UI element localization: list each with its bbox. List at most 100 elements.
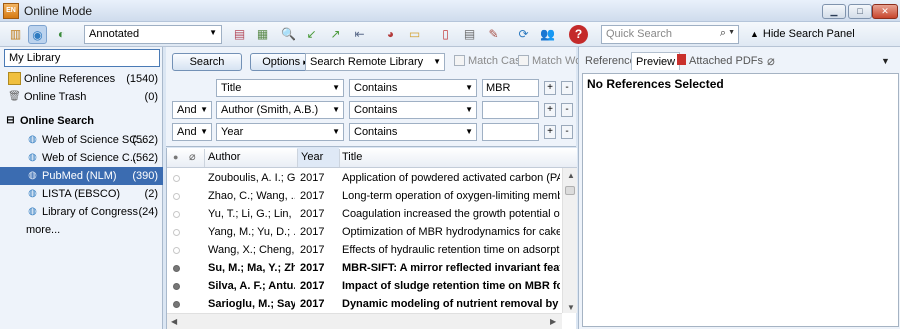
sidebar-item-library-of-congress[interactable]: ◍ Library of Congress (24) bbox=[0, 203, 163, 221]
read-status-dot[interactable] bbox=[173, 247, 180, 254]
upload-arrow-icon[interactable]: ↗ bbox=[326, 25, 345, 44]
tab-preview[interactable]: Preview bbox=[631, 52, 681, 70]
match-words-checkbox[interactable]: Match Wo bbox=[518, 55, 581, 67]
read-status-dot[interactable] bbox=[173, 175, 180, 182]
find-full-text-icon[interactable]: ◕ bbox=[381, 25, 400, 44]
search-value-input[interactable] bbox=[482, 123, 539, 141]
read-status-dot[interactable] bbox=[173, 211, 180, 218]
scroll-down-icon[interactable]: ▼ bbox=[567, 303, 575, 312]
pdf-icon[interactable]: ▯ bbox=[436, 25, 455, 44]
online-search-mode-icon[interactable]: ◉ bbox=[28, 25, 47, 44]
table-row[interactable]: Yu, T.; Li, G.; Lin, ... 2017 Coagulation … bbox=[167, 205, 561, 223]
online-search-icon[interactable]: 🔍 bbox=[279, 25, 298, 44]
table-row[interactable]: Zhao, C.; Wang, ... 2017 Long-term operati… bbox=[167, 187, 561, 205]
cite-while-you-write-icon[interactable]: ✎ bbox=[484, 25, 503, 44]
cell-year: 2017 bbox=[300, 208, 325, 220]
read-status-dot[interactable] bbox=[173, 283, 180, 290]
style-select[interactable]: Annotated ▼ bbox=[84, 25, 222, 44]
add-row-button[interactable]: + bbox=[544, 103, 556, 117]
read-status-column-icon[interactable]: ● bbox=[173, 152, 178, 162]
panel-menu-chevron-icon[interactable]: ▼ bbox=[881, 52, 890, 70]
search-operator-select[interactable]: Contains ▼ bbox=[349, 101, 477, 119]
collapse-up-icon: ▲ bbox=[750, 29, 759, 39]
sidebar-item-more[interactable]: more... bbox=[0, 221, 163, 239]
remove-row-button[interactable]: - bbox=[561, 81, 573, 95]
read-status-dot[interactable] bbox=[173, 229, 180, 236]
table-row[interactable]: Wang, X.; Cheng,... 2017 Effects of hydrau… bbox=[167, 241, 561, 259]
sidebar-item-online-references[interactable]: Online References (1540) bbox=[0, 70, 163, 88]
scroll-left-icon[interactable]: ◀ bbox=[171, 317, 177, 326]
search-field-select[interactable]: Title ▼ bbox=[216, 79, 344, 97]
sidebar-item-lista[interactable]: ◍ LISTA (EBSCO) (2) bbox=[0, 185, 163, 203]
search-value-input[interactable]: MBR bbox=[482, 79, 539, 97]
close-button[interactable]: ✕ bbox=[872, 4, 898, 19]
export-icon[interactable]: ⇤ bbox=[350, 25, 369, 44]
add-row-button[interactable]: + bbox=[544, 125, 556, 139]
search-operator-select[interactable]: Contains ▼ bbox=[349, 123, 477, 141]
online-search-heading[interactable]: ⊟ Online Search bbox=[0, 112, 163, 130]
insert-citation-icon[interactable]: ▤ bbox=[230, 25, 249, 44]
paperclip-icon[interactable]: ⌀ bbox=[767, 52, 775, 70]
maximize-button[interactable]: □ bbox=[848, 4, 872, 19]
table-row[interactable]: Zouboulis, A. I.; G... 2017 Application of… bbox=[167, 169, 561, 187]
search-field-select[interactable]: Author (Smith, A.B.) ▼ bbox=[216, 101, 344, 119]
cell-title: Impact of sludge retention time on MBR f… bbox=[342, 280, 560, 292]
remove-row-button[interactable]: - bbox=[561, 103, 573, 117]
sidebar-item-web-of-science-core[interactable]: ◍ Web of Science C... (562) bbox=[0, 149, 163, 167]
format-paper-icon[interactable]: ▤ bbox=[460, 25, 479, 44]
table-row[interactable]: Sarioglu, M.; Sayi... 2017 Dynamic modelin… bbox=[167, 295, 561, 313]
minimize-button[interactable]: ▁ bbox=[822, 4, 846, 19]
horizontal-scrollbar[interactable]: ◀ ▶ bbox=[167, 313, 562, 329]
scroll-right-icon[interactable]: ▶ bbox=[550, 317, 556, 326]
sync-icon[interactable]: ⟳ bbox=[514, 25, 533, 44]
tab-reference[interactable]: Reference bbox=[585, 52, 636, 70]
match-case-checkbox[interactable]: Match Case bbox=[454, 55, 527, 67]
table-row[interactable]: Yang, M.; Yu, D.; ... 2017 Optimization of… bbox=[167, 223, 561, 241]
help-icon[interactable]: ? bbox=[569, 25, 588, 44]
search-button[interactable]: Search bbox=[172, 53, 242, 71]
my-library-header[interactable]: My Library bbox=[4, 49, 160, 67]
sidebar-item-pubmed[interactable]: ◍ PubMed (NLM) (390) bbox=[0, 167, 163, 185]
read-status-dot[interactable] bbox=[173, 193, 180, 200]
column-header-year[interactable]: Year bbox=[301, 151, 323, 163]
download-arrow-icon[interactable]: ↙ bbox=[302, 25, 321, 44]
remove-row-button[interactable]: - bbox=[561, 125, 573, 139]
chevron-down-icon[interactable]: ▼ bbox=[728, 29, 735, 36]
main-toolbar: ▥ ◉ ◐ Annotated ▼ ▤ ▦ 🔍 ↙ ↗ ⇤ ◕ ▭ ▯ ▤ ✎ ⟳… bbox=[0, 22, 900, 47]
boolean-select[interactable]: And ▼ bbox=[172, 101, 212, 119]
search-field-select[interactable]: Year ▼ bbox=[216, 123, 344, 141]
cell-year: 2017 bbox=[300, 298, 325, 310]
hide-search-panel-button[interactable]: ▲ Hide Search Panel bbox=[750, 28, 855, 40]
add-row-button[interactable]: + bbox=[544, 81, 556, 95]
share-group-icon[interactable]: 👥 bbox=[538, 25, 557, 44]
collapse-minus-icon[interactable]: ⊟ bbox=[4, 114, 17, 127]
import-icon[interactable]: ▦ bbox=[253, 25, 272, 44]
sidebar-item-web-of-science-sci[interactable]: ◍ Web of Science SC... (562) bbox=[0, 131, 163, 149]
read-status-dot[interactable] bbox=[173, 265, 180, 272]
search-operator-select[interactable]: Contains ▼ bbox=[349, 79, 477, 97]
cell-author: Yu, T.; Li, G.; Lin, ... bbox=[208, 208, 295, 220]
cell-author: Zhao, C.; Wang, ... bbox=[208, 190, 295, 202]
table-row[interactable]: Silva, A. F.; Antu... 2017 Impact of sludg… bbox=[167, 277, 561, 295]
cell-author: Sarioglu, M.; Sayi... bbox=[208, 298, 295, 310]
search-scope-select[interactable]: Search Remote Library ▼ bbox=[305, 53, 445, 71]
tab-attached-pdfs[interactable]: Attached PDFs bbox=[677, 52, 763, 70]
read-status-dot[interactable] bbox=[173, 301, 180, 308]
quick-search-input[interactable]: Quick Search ⌕ ▼ bbox=[601, 25, 739, 44]
column-header-title[interactable]: Title bbox=[342, 151, 362, 163]
scroll-up-icon[interactable]: ▲ bbox=[567, 171, 575, 180]
open-folder-icon[interactable]: ▭ bbox=[405, 25, 424, 44]
scroll-thumb[interactable] bbox=[565, 186, 575, 195]
sidebar-item-online-trash[interactable]: 🗑 Online Trash (0) bbox=[0, 88, 163, 106]
local-library-mode-icon[interactable]: ▥ bbox=[6, 25, 25, 44]
table-row[interactable]: Su, M.; Ma, Y.; Zh... 2017 MBR-SIFT: A mir… bbox=[167, 259, 561, 277]
boolean-select[interactable]: And ▼ bbox=[172, 123, 212, 141]
attachment-column-icon[interactable]: ⌀ bbox=[189, 150, 196, 163]
integrated-library-mode-icon[interactable]: ◐ bbox=[52, 25, 71, 44]
column-header-author[interactable]: Author bbox=[208, 151, 240, 163]
globe-search-icon: ◍ bbox=[28, 206, 37, 217]
search-value-input[interactable] bbox=[482, 101, 539, 119]
cell-title: Application of powdered activated carbon… bbox=[342, 172, 560, 184]
vertical-scrollbar[interactable]: ▲ ▼ bbox=[562, 168, 577, 313]
preview-panel: Reference Preview Attached PDFs ⌀ ▼ No R… bbox=[578, 47, 900, 329]
